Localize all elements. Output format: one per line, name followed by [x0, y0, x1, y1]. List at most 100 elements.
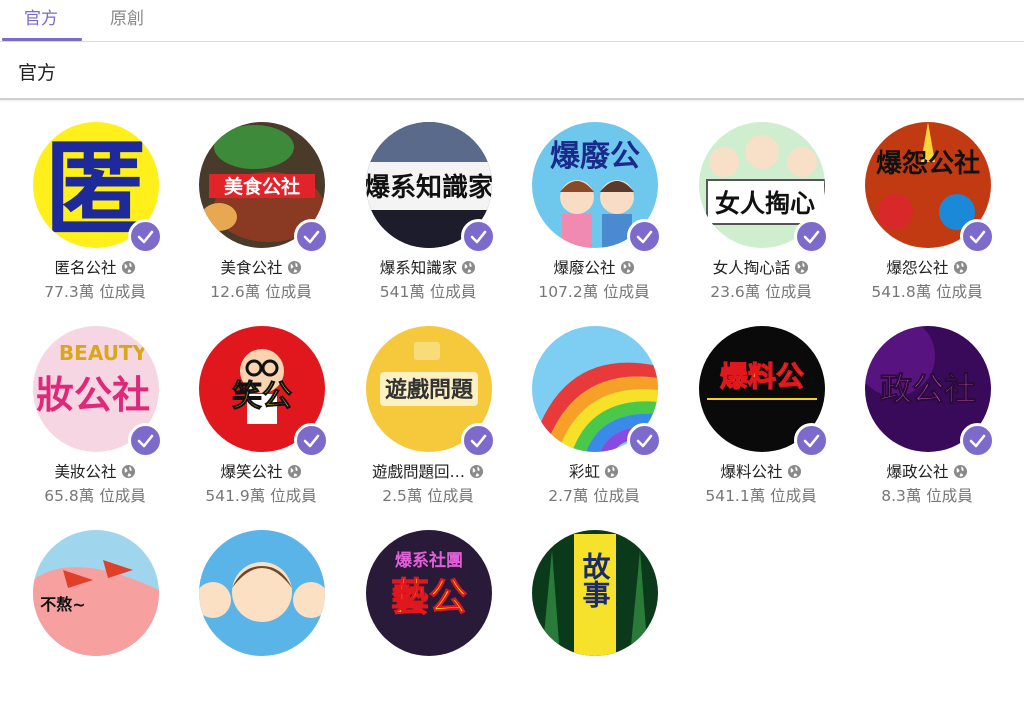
avatar-text: 爆怨公社: [876, 148, 980, 179]
verified-check-icon: [294, 219, 329, 254]
club-avatar: 爆系社團 藝公: [366, 530, 492, 656]
club-name-row: 爆政公社: [832, 460, 1022, 482]
member-count: 107.2萬 位成員: [538, 283, 650, 301]
member-count: 23.6萬 位成員: [710, 283, 812, 301]
club-name: 美食公社: [220, 259, 283, 277]
globe-icon: [953, 464, 967, 479]
club-card[interactable]: 政公社 爆政公社 8.3萬 位成員: [832, 306, 998, 505]
club-name-row: 遊戲問題回…: [333, 460, 523, 482]
club-avatar: [199, 530, 325, 656]
club-card[interactable]: 女人掏心 女人掏心話 23.6萬 位成員: [666, 102, 832, 301]
globe-icon: [121, 260, 135, 275]
club-name: 爆政公社: [886, 463, 949, 481]
club-name: 彩虹: [568, 463, 600, 481]
tab-original[interactable]: 原創: [87, 0, 167, 41]
club-name: 爆廢公社: [553, 259, 616, 277]
verified-check-icon: [461, 219, 496, 254]
globe-icon: [287, 260, 301, 275]
club-card[interactable]: 故事: [499, 510, 665, 706]
club-card[interactable]: 不熬~: [0, 510, 166, 706]
avatar-text: 笑公: [232, 379, 292, 414]
section-title: 官方: [18, 62, 57, 84]
club-avatar: 故事: [532, 530, 658, 656]
avatar-text: 女人掏心: [715, 189, 815, 218]
verified-check-icon: [627, 219, 662, 254]
verified-check-icon: [960, 423, 995, 458]
club-card[interactable]: 笑公 爆笑公社 541.9萬 位成員: [166, 306, 332, 505]
member-count: 541萬 位成員: [379, 283, 477, 301]
svg-text:藝公: 藝公: [391, 575, 467, 619]
verified-check-icon: [794, 423, 829, 458]
verified-check-icon: [294, 423, 329, 458]
club-grid: 匿 匿名公社 77.3萬 位成員 美食公社 美食公社 12.6萬 位成員 爆系知…: [0, 102, 1024, 656]
globe-icon: [604, 464, 619, 479]
club-name: 爆笑公社: [220, 463, 283, 481]
club-name: 爆怨公社: [886, 259, 949, 277]
member-count: 2.7萬 位成員: [548, 487, 640, 505]
tab-official[interactable]: 官方: [0, 0, 82, 41]
avatar-text: 不熬~: [40, 595, 85, 614]
globe-icon: [469, 464, 484, 479]
avatar-text: 妝公社: [36, 373, 150, 417]
club-name-row: 爆怨公社: [832, 256, 1022, 278]
club-name-row: 美妝公社: [0, 460, 190, 482]
avatar-text: 政公社: [880, 370, 976, 408]
club-card[interactable]: 爆系知識家 爆系知識家 541萬 位成員: [333, 102, 499, 301]
club-name-row: 爆料公社: [666, 460, 856, 482]
avatar-text: 遊戲問題: [385, 377, 474, 403]
avatar-text: 爆系社團: [395, 550, 463, 571]
verified-check-icon: [960, 219, 995, 254]
club-name-row: 爆笑公社: [166, 460, 356, 482]
avatar-text: 美食公社: [224, 175, 300, 198]
globe-icon: [620, 260, 634, 275]
tab-bar: 官方 原創: [0, 0, 1024, 42]
member-count: 65.8萬 位成員: [44, 487, 146, 505]
member-count: 541.9萬 位成員: [205, 487, 317, 505]
club-card[interactable]: 美食公社 美食公社 12.6萬 位成員: [166, 102, 332, 301]
avatar-text: 爆料公: [720, 360, 804, 393]
club-name: 爆系知識家: [379, 259, 458, 277]
avatar-text: 故事: [579, 552, 612, 609]
club-name: 匿名公社: [54, 259, 117, 277]
club-name: 遊戲問題回…: [371, 463, 465, 481]
member-count: 12.6萬 位成員: [210, 283, 312, 301]
club-name-row: 美食公社: [166, 256, 356, 278]
club-card[interactable]: 爆料公 爆料公社 541.1萬 位成員: [666, 306, 832, 505]
club-card[interactable]: 遊戲問題 遊戲問題回… 2.5萬 位成員: [333, 306, 499, 505]
club-card[interactable]: 爆廢公 爆廢公社 107.2萬 位成員: [499, 102, 665, 301]
globe-icon: [787, 464, 801, 479]
globe-icon: [462, 260, 476, 275]
club-name: 美妝公社: [54, 463, 117, 481]
verified-check-icon: [461, 423, 496, 458]
club-card[interactable]: 匿 匿名公社 77.3萬 位成員: [0, 102, 166, 301]
verified-check-icon: [128, 423, 163, 458]
globe-icon: [287, 464, 301, 479]
member-count: 541.8萬 位成員: [871, 283, 983, 301]
svg-text:BEAUTY: BEAUTY: [59, 341, 148, 365]
club-name: 爆料公社: [720, 463, 783, 481]
avatar-text: 爆系知識家: [366, 172, 492, 203]
club-name-row: 女人掏心話: [666, 256, 856, 278]
verified-check-icon: [794, 219, 829, 254]
club-card[interactable]: [166, 510, 332, 706]
verified-check-icon: [128, 219, 163, 254]
club-name-row: 爆系知識家: [333, 256, 523, 278]
globe-icon: [121, 464, 135, 479]
member-count: 541.1萬 位成員: [705, 487, 817, 505]
member-count: 77.3萬 位成員: [44, 283, 146, 301]
club-avatar: 不熬~: [33, 530, 159, 656]
club-card[interactable]: BEAUTY 妝公社 美妝公社 65.8萬 位成員: [0, 306, 166, 505]
member-count: 8.3萬 位成員: [881, 487, 973, 505]
section-header: 官方: [0, 42, 1024, 100]
club-name-row: 彩虹: [499, 460, 689, 482]
club-name-row: 爆廢公社: [499, 256, 689, 278]
club-card[interactable]: 爆系社團 藝公: [333, 510, 499, 706]
verified-check-icon: [627, 423, 662, 458]
member-count: 2.5萬 位成員: [382, 487, 474, 505]
avatar-text: 爆廢公: [550, 139, 640, 174]
club-name: 女人掏心話: [712, 259, 791, 277]
globe-icon: [953, 260, 967, 275]
globe-icon: [795, 260, 809, 275]
club-card[interactable]: 爆怨公社 爆怨公社 541.8萬 位成員: [832, 102, 998, 301]
club-card[interactable]: 彩虹 2.7萬 位成員: [499, 306, 665, 505]
